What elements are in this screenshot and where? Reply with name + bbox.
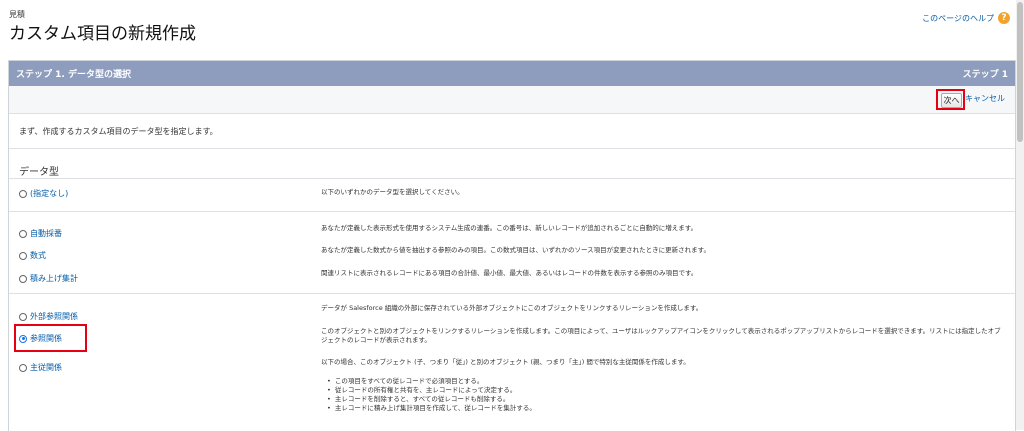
description-formula: あなたが定義した数式から値を抽出する参照のみの項目。この数式項目は、いずれかのソ… [321,246,711,254]
divider [9,178,1015,179]
option-label[interactable]: 自動採番 [30,228,62,239]
option-formula[interactable]: 数式 [19,250,46,261]
option-none[interactable]: (指定なし) [19,188,68,199]
help-link[interactable]: このページのヘルプ [922,13,994,24]
radio-icon[interactable] [19,312,27,321]
next-button[interactable]: 次へ [941,93,962,108]
help-area: このページのヘルプ ? [922,12,1010,24]
option-lookup[interactable]: 参照関係 [19,333,62,344]
help-icon[interactable]: ? [998,12,1010,24]
radio-icon[interactable] [19,274,27,283]
option-autonumber[interactable]: 自動採番 [19,228,62,239]
option-label[interactable]: 主従関係 [30,362,62,373]
radio-icon[interactable] [19,189,27,198]
step-title: ステップ 1. データ型の選択 [16,70,131,80]
option-label[interactable]: 積み上げ集計 [30,273,78,284]
radio-icon[interactable] [19,229,27,238]
divider [9,148,1015,149]
list-item: 従レコードの所有権と共有を、主レコードによって決定する。 [327,386,536,395]
option-label[interactable]: 外部参照関係 [30,311,78,322]
step-panel: ステップ 1. データ型の選択 ステップ 1 次へ キャンセル まず、作成するカ… [8,60,1016,431]
list-item: 主レコードに積み上げ集計項目を作成して、従レコードを集計する。 [327,404,536,413]
divider [9,293,1015,294]
page-title: カスタム項目の新規作成 [9,24,196,44]
description-none: 以下のいずれかのデータ型を選択してください。 [321,188,464,196]
scrollbar-thumb[interactable] [1017,2,1023,142]
radio-icon[interactable] [19,363,27,372]
cancel-link[interactable]: キャンセル [965,93,1005,104]
list-item: この項目をすべての従レコードで必須項目とする。 [327,377,536,386]
radio-icon[interactable] [19,251,27,260]
option-external-lookup[interactable]: 外部参照関係 [19,311,78,322]
description-rollup: 関連リストに表示されるレコードにある項目の合計値、最小値、最大値、あるいはレコー… [321,269,698,277]
divider [9,211,1015,212]
description-lookup: このオブジェクトと別のオブジェクトをリンクするリレーションを作成します。この項目… [321,327,1001,344]
page-header: 見積 カスタム項目の新規作成 このページのヘルプ ? [0,0,1024,60]
option-label[interactable]: 参照関係 [30,333,62,344]
option-label[interactable]: (指定なし) [30,188,68,199]
description-external: データが Salesforce 組織の外部に保存されている外部オブジェクトにこの… [321,304,703,312]
scrollbar[interactable] [1016,0,1024,430]
section-title: データ型 [19,167,59,178]
master-detail-bullets: この項目をすべての従レコードで必須項目とする。 従レコードの所有権と共有を、主レ… [327,377,536,413]
instruction-text: まず、作成するカスタム項目のデータ型を指定します。 [19,127,218,136]
button-bar: 次へ キャンセル [9,86,1015,114]
next-button-highlight: 次へ [936,89,965,110]
option-master-detail[interactable]: 主従関係 [19,362,62,373]
list-item: 主レコードを削除すると、すべての従レコードも削除する。 [327,395,536,404]
option-rollup[interactable]: 積み上げ集計 [19,273,78,284]
description-master-detail: 以下の場合、このオブジェクト (子、つまり「従」) と別のオブジェクト (親、つ… [321,358,690,366]
step-counter: ステップ 1 [962,70,1008,80]
option-label[interactable]: 数式 [30,250,46,261]
description-autonumber: あなたが定義した表示形式を使用するシステム生成の連番。この番号は、新しいレコード… [321,224,698,232]
radio-selected-icon[interactable] [19,334,27,343]
step-header: ステップ 1. データ型の選択 ステップ 1 [9,61,1015,86]
